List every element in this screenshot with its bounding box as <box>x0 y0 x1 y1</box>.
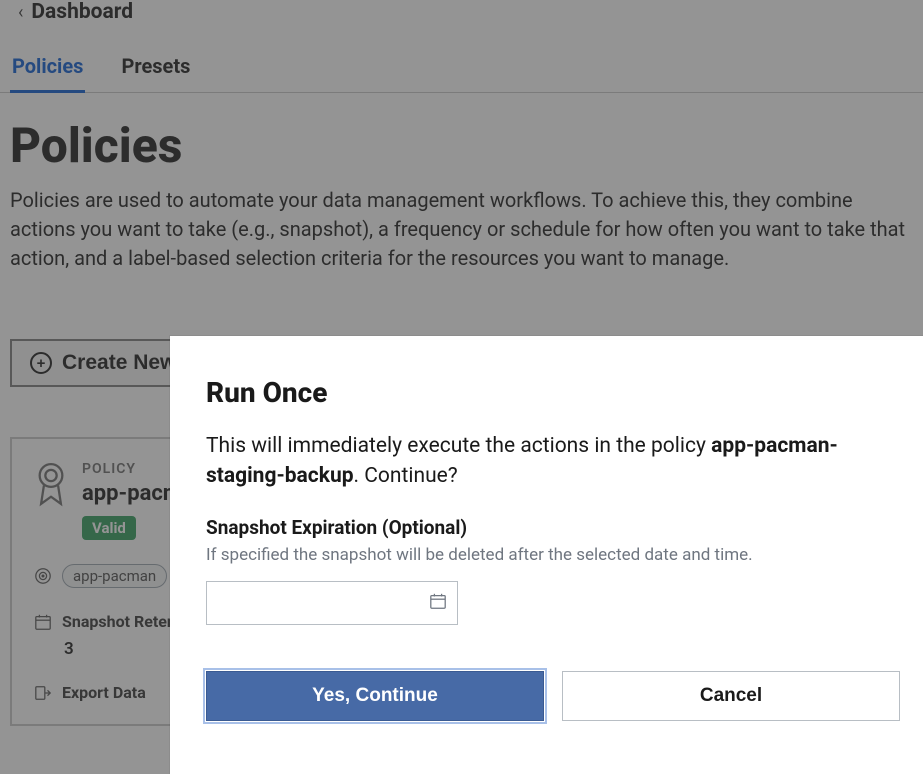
modal-description: This will immediately execute the action… <box>206 431 887 492</box>
run-once-modal: Run Once This will immediately execute t… <box>170 336 923 774</box>
snapshot-expiration-help: If specified the snapshot will be delete… <box>206 545 887 565</box>
calendar-icon <box>429 592 447 614</box>
snapshot-expiration-label: Snapshot Expiration (Optional) <box>206 516 887 539</box>
modal-text-prefix: This will immediately execute the action… <box>206 434 711 458</box>
modal-title: Run Once <box>206 376 887 409</box>
snapshot-expiration-input[interactable] <box>206 581 458 625</box>
cancel-button[interactable]: Cancel <box>562 671 900 721</box>
modal-text-suffix: . Continue? <box>354 464 458 488</box>
yes-continue-button[interactable]: Yes, Continue <box>206 671 544 721</box>
